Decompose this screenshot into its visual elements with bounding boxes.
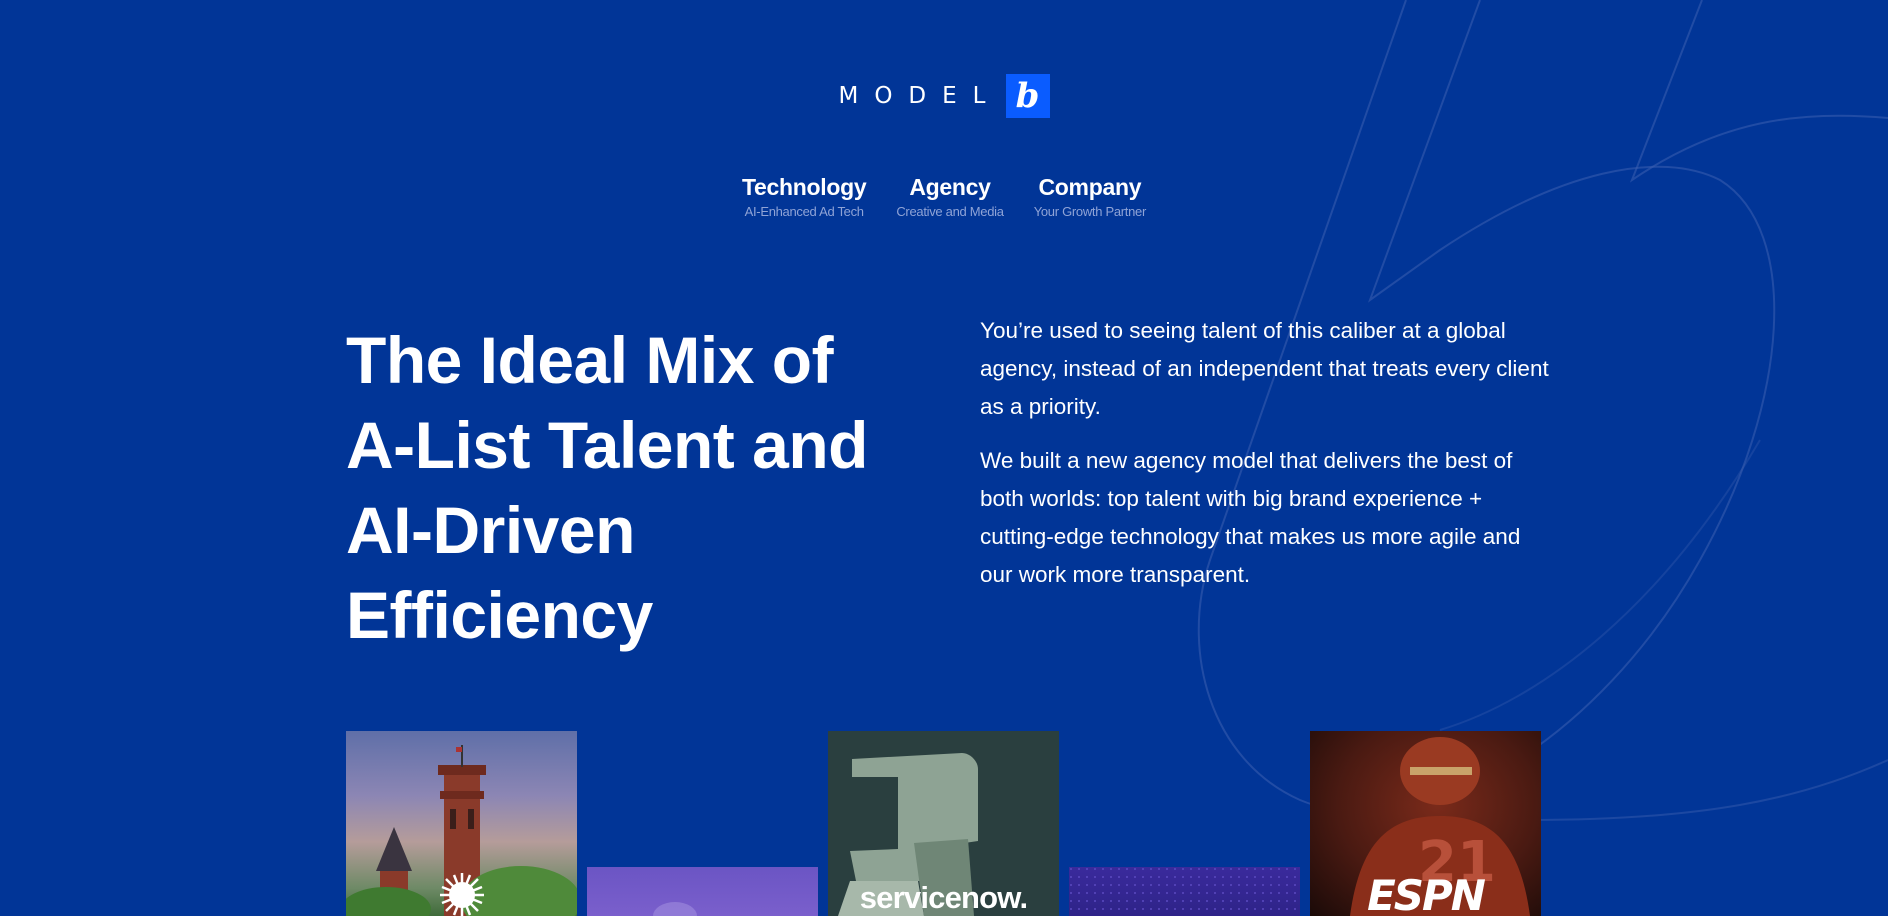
case-study-tile[interactable] [1069,867,1300,916]
case-study-tile-servicenow[interactable]: servicenow. [828,731,1059,916]
smithsonian-sun-icon [440,873,484,916]
nav-item-title: Agency [909,174,991,200]
hero-paragraph: You’re used to seeing talent of this cal… [980,318,1549,419]
nav-item-subtitle: Creative and Media [896,204,1004,219]
nav-item-agency[interactable]: Agency Creative and Media [896,172,1004,220]
logo-wordmark: MODEL [838,83,1002,109]
nav-item-company[interactable]: Company Your Growth Partner [1033,172,1147,220]
page: MODEL b Technology AI-Enhanced Ad Tech A… [0,0,1888,916]
hero-paragraph: We built a new agency model that deliver… [980,448,1521,587]
nav-item-subtitle: AI-Enhanced Ad Tech [744,204,864,219]
servicenow-logo: servicenow. [859,880,1028,915]
hero-description: You’re used to seeing talent of this cal… [980,312,1550,610]
case-study-tile[interactable] [587,867,818,916]
hero-heading: The Ideal Mix of A-List Talent and AI-Dr… [346,323,868,652]
nav-item-title: Technology [741,174,867,200]
nav-item-technology[interactable]: Technology AI-Enhanced Ad Tech [741,172,867,220]
espn-logo: ESPN [1367,871,1486,916]
dot-pattern-image [1069,867,1300,916]
smithsonian-castle-image [346,745,577,916]
nav-item-title: Company [1038,174,1142,200]
site-logo[interactable]: MODEL b [0,74,1888,118]
cloud-image [653,902,697,916]
nav-item-subtitle: Your Growth Partner [1033,204,1147,219]
case-study-tile-espn[interactable]: 21 ESPN [1310,731,1541,916]
main-nav: Technology AI-Enhanced Ad Tech Agency Cr… [0,172,1888,220]
logo-b-icon: b [1005,74,1050,118]
case-study-tile-smithsonian[interactable] [346,731,577,916]
